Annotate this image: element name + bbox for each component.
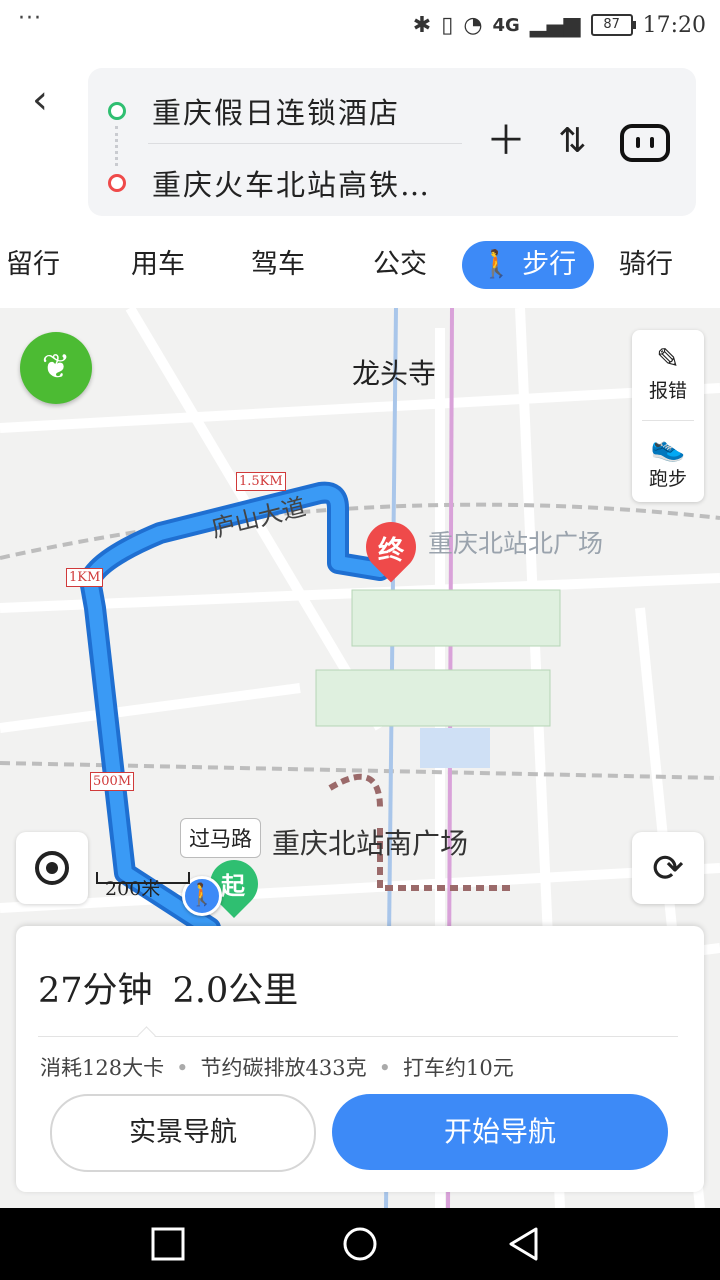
back-button[interactable]: ‹ [32, 80, 68, 120]
carbon-saved: 节约碳排放433克 [200, 1056, 367, 1080]
place-south-square[interactable]: 重庆北站南广场 [272, 822, 468, 862]
bluetooth-icon: ✱ [412, 12, 432, 38]
shoe-icon: 👟 [650, 430, 686, 463]
tab-walk-label: 步行 [522, 249, 577, 280]
card-notch [137, 1026, 156, 1045]
route-summary: 27分钟 2.0公里 [38, 962, 318, 1013]
route-panel: ‹ 重庆假日连锁酒店 重庆火车北站高铁… ＋ ⇅ 留行 用车 驾车 公交 🚶 步… [0, 50, 720, 308]
refresh-button[interactable]: ⟳ [632, 832, 704, 904]
chevron-left-icon: ‹ [32, 77, 48, 123]
start-dot-icon [108, 102, 126, 120]
running-button[interactable]: 👟 跑步 [632, 430, 704, 491]
start-navigation-button[interactable]: 开始导航 [332, 1094, 668, 1170]
end-location: 重庆火车北站高铁… [152, 168, 432, 202]
platform-south [315, 669, 551, 727]
status-bar: ··· ✱ ▯ ◔ 4G ▂▄▆ 87 17:20 [0, 0, 720, 50]
distance: 2.0公里 [172, 971, 299, 1011]
path-marking [328, 773, 383, 809]
report-error-button[interactable]: ✎ 报错 [632, 342, 704, 403]
route-divider [148, 143, 462, 144]
locate-icon-core [46, 862, 58, 874]
report-error-label: 报错 [648, 380, 687, 402]
tab-car[interactable]: 用车 [116, 241, 200, 289]
route-summary-card: 27分钟 2.0公里 消耗128大卡 • 节约碳排放433克 • 打车约10元 实景导航 … [16, 926, 704, 1192]
tab-bike[interactable]: 骑行 [604, 241, 688, 289]
clock: 17:20 [642, 12, 706, 38]
dot-separator: • [378, 1056, 391, 1080]
back-triangle-icon[interactable] [506, 1226, 542, 1262]
crossing-tooltip: 过马路 [180, 818, 261, 858]
recent-apps-icon[interactable] [150, 1226, 186, 1262]
distance-marker: 1.5KM [236, 472, 286, 491]
leaf-icon: ❦ [41, 347, 71, 387]
road [0, 683, 301, 733]
walk-icon: 🚶 [479, 249, 514, 280]
card-divider [38, 1036, 678, 1037]
route-stats: 消耗128大卡 • 节约碳排放433克 • 打车约10元 [40, 1052, 514, 1082]
map-tools: ✎ 报错 👟 跑步 [632, 330, 704, 502]
locate-button[interactable] [16, 832, 88, 904]
battery-indicator: 87 [590, 14, 636, 36]
road [0, 383, 720, 433]
status-icons: ✱ ▯ ◔ 4G ▂▄▆ 87 17:20 [413, 8, 706, 42]
alarm-icon: ◔ [463, 12, 483, 38]
route-connector [115, 126, 118, 166]
home-icon[interactable] [342, 1226, 378, 1262]
network-type: 4G [492, 14, 520, 36]
notification-dots: ··· [18, 6, 42, 31]
dot-separator: • [176, 1056, 189, 1080]
start-location: 重庆假日连锁酒店 [152, 96, 401, 130]
running-label: 跑步 [648, 468, 687, 490]
calories: 消耗128大卡 [40, 1056, 165, 1080]
scale-label: 200米 [105, 878, 161, 900]
ar-navigation-button[interactable]: 实景导航 [50, 1094, 316, 1172]
station-hall [420, 728, 490, 768]
tab-ride-hailing[interactable]: 留行 [0, 241, 66, 289]
edit-icon: ✎ [656, 342, 680, 375]
add-waypoint-icon[interactable]: ＋ [486, 118, 526, 164]
voice-assistant-icon[interactable] [620, 124, 670, 162]
tab-drive[interactable]: 驾车 [236, 241, 320, 289]
distance-marker: 500M [90, 772, 135, 791]
distance-marker: 1KM [66, 568, 104, 587]
signal-icon: ▂▄▆ [529, 12, 581, 38]
swap-icon[interactable]: ⇅ [558, 118, 587, 164]
tab-transit[interactable]: 公交 [358, 241, 442, 289]
eco-leaf-button[interactable]: ❦ [20, 332, 92, 404]
end-field[interactable]: 重庆火车北站高铁… [108, 162, 431, 204]
place-longtou-temple[interactable]: 龙头寺 [352, 352, 436, 392]
place-north-square[interactable]: 重庆北站北广场 [428, 524, 603, 560]
transport-tabs: 留行 用车 驾车 公交 🚶 步行 骑行 [0, 235, 720, 295]
system-nav-bar [0, 1208, 720, 1280]
platform-north [351, 589, 561, 647]
vibrate-icon: ▯ [441, 12, 454, 38]
route-inputs: 重庆假日连锁酒店 重庆火车北站高铁… ＋ ⇅ [88, 68, 696, 216]
end-dot-icon [108, 174, 126, 192]
tools-divider [642, 420, 694, 421]
end-marker-label: 终 [377, 536, 404, 566]
duration: 27分钟 [38, 971, 153, 1011]
taxi-estimate: 打车约10元 [402, 1056, 514, 1080]
start-field[interactable]: 重庆假日连锁酒店 [108, 90, 400, 132]
refresh-icon: ⟳ [652, 846, 684, 890]
tab-walk[interactable]: 🚶 步行 [462, 241, 594, 289]
